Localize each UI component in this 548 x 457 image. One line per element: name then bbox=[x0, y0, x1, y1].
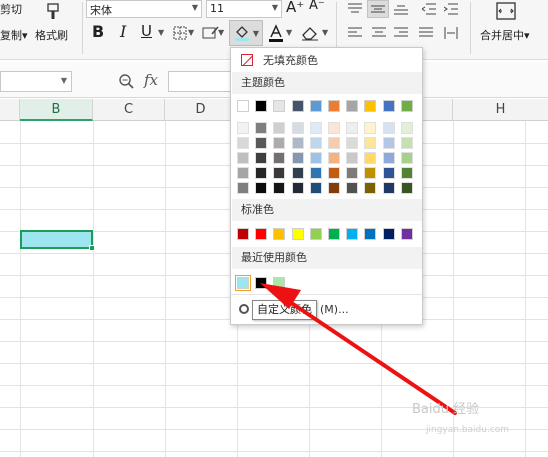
annotation-arrow bbox=[260, 283, 457, 415]
watermark-logo: Baidu 经验 bbox=[412, 402, 480, 417]
watermark-url: jingyan.baidu.com bbox=[426, 425, 510, 435]
